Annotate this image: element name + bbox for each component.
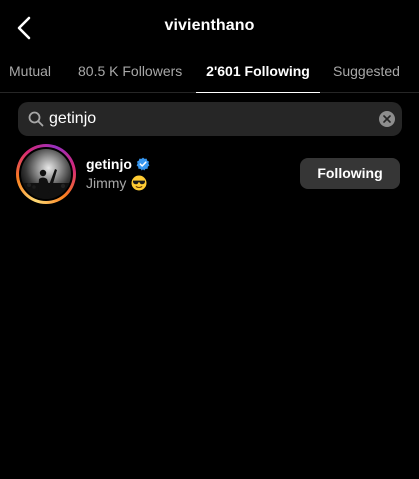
follow-tabs: Mutual 80.5 K Followers 2'601 Following …: [0, 56, 419, 93]
result-username[interactable]: getinjo: [86, 156, 150, 172]
result-full-name: Jimmy: [86, 175, 147, 191]
active-tab-indicator: [196, 92, 320, 93]
top-bar: vivienthano: [0, 0, 419, 56]
verified-badge-icon: [136, 157, 150, 171]
username-text: getinjo: [86, 156, 132, 172]
tab-following[interactable]: 2'601 Following: [196, 56, 320, 92]
tab-mutual[interactable]: Mutual: [9, 56, 51, 92]
story-ring[interactable]: [16, 144, 76, 204]
sunglasses-emoji-icon: [131, 175, 147, 191]
profile-username-title: vivienthano: [164, 17, 255, 34]
list-item[interactable]: getinjo Jimmy Following: [0, 142, 419, 206]
tab-suggested[interactable]: Suggested: [333, 56, 400, 92]
clear-icon: [383, 115, 391, 123]
tab-followers[interactable]: 80.5 K Followers: [78, 56, 182, 92]
avatar-photo: [21, 149, 71, 199]
search-bar[interactable]: [18, 102, 402, 136]
following-button[interactable]: Following: [300, 158, 400, 189]
avatar[interactable]: [19, 147, 73, 201]
search-icon: [28, 111, 44, 127]
full-name-text: Jimmy: [86, 175, 127, 191]
clear-search-button[interactable]: [379, 111, 395, 127]
search-input[interactable]: [49, 102, 359, 136]
